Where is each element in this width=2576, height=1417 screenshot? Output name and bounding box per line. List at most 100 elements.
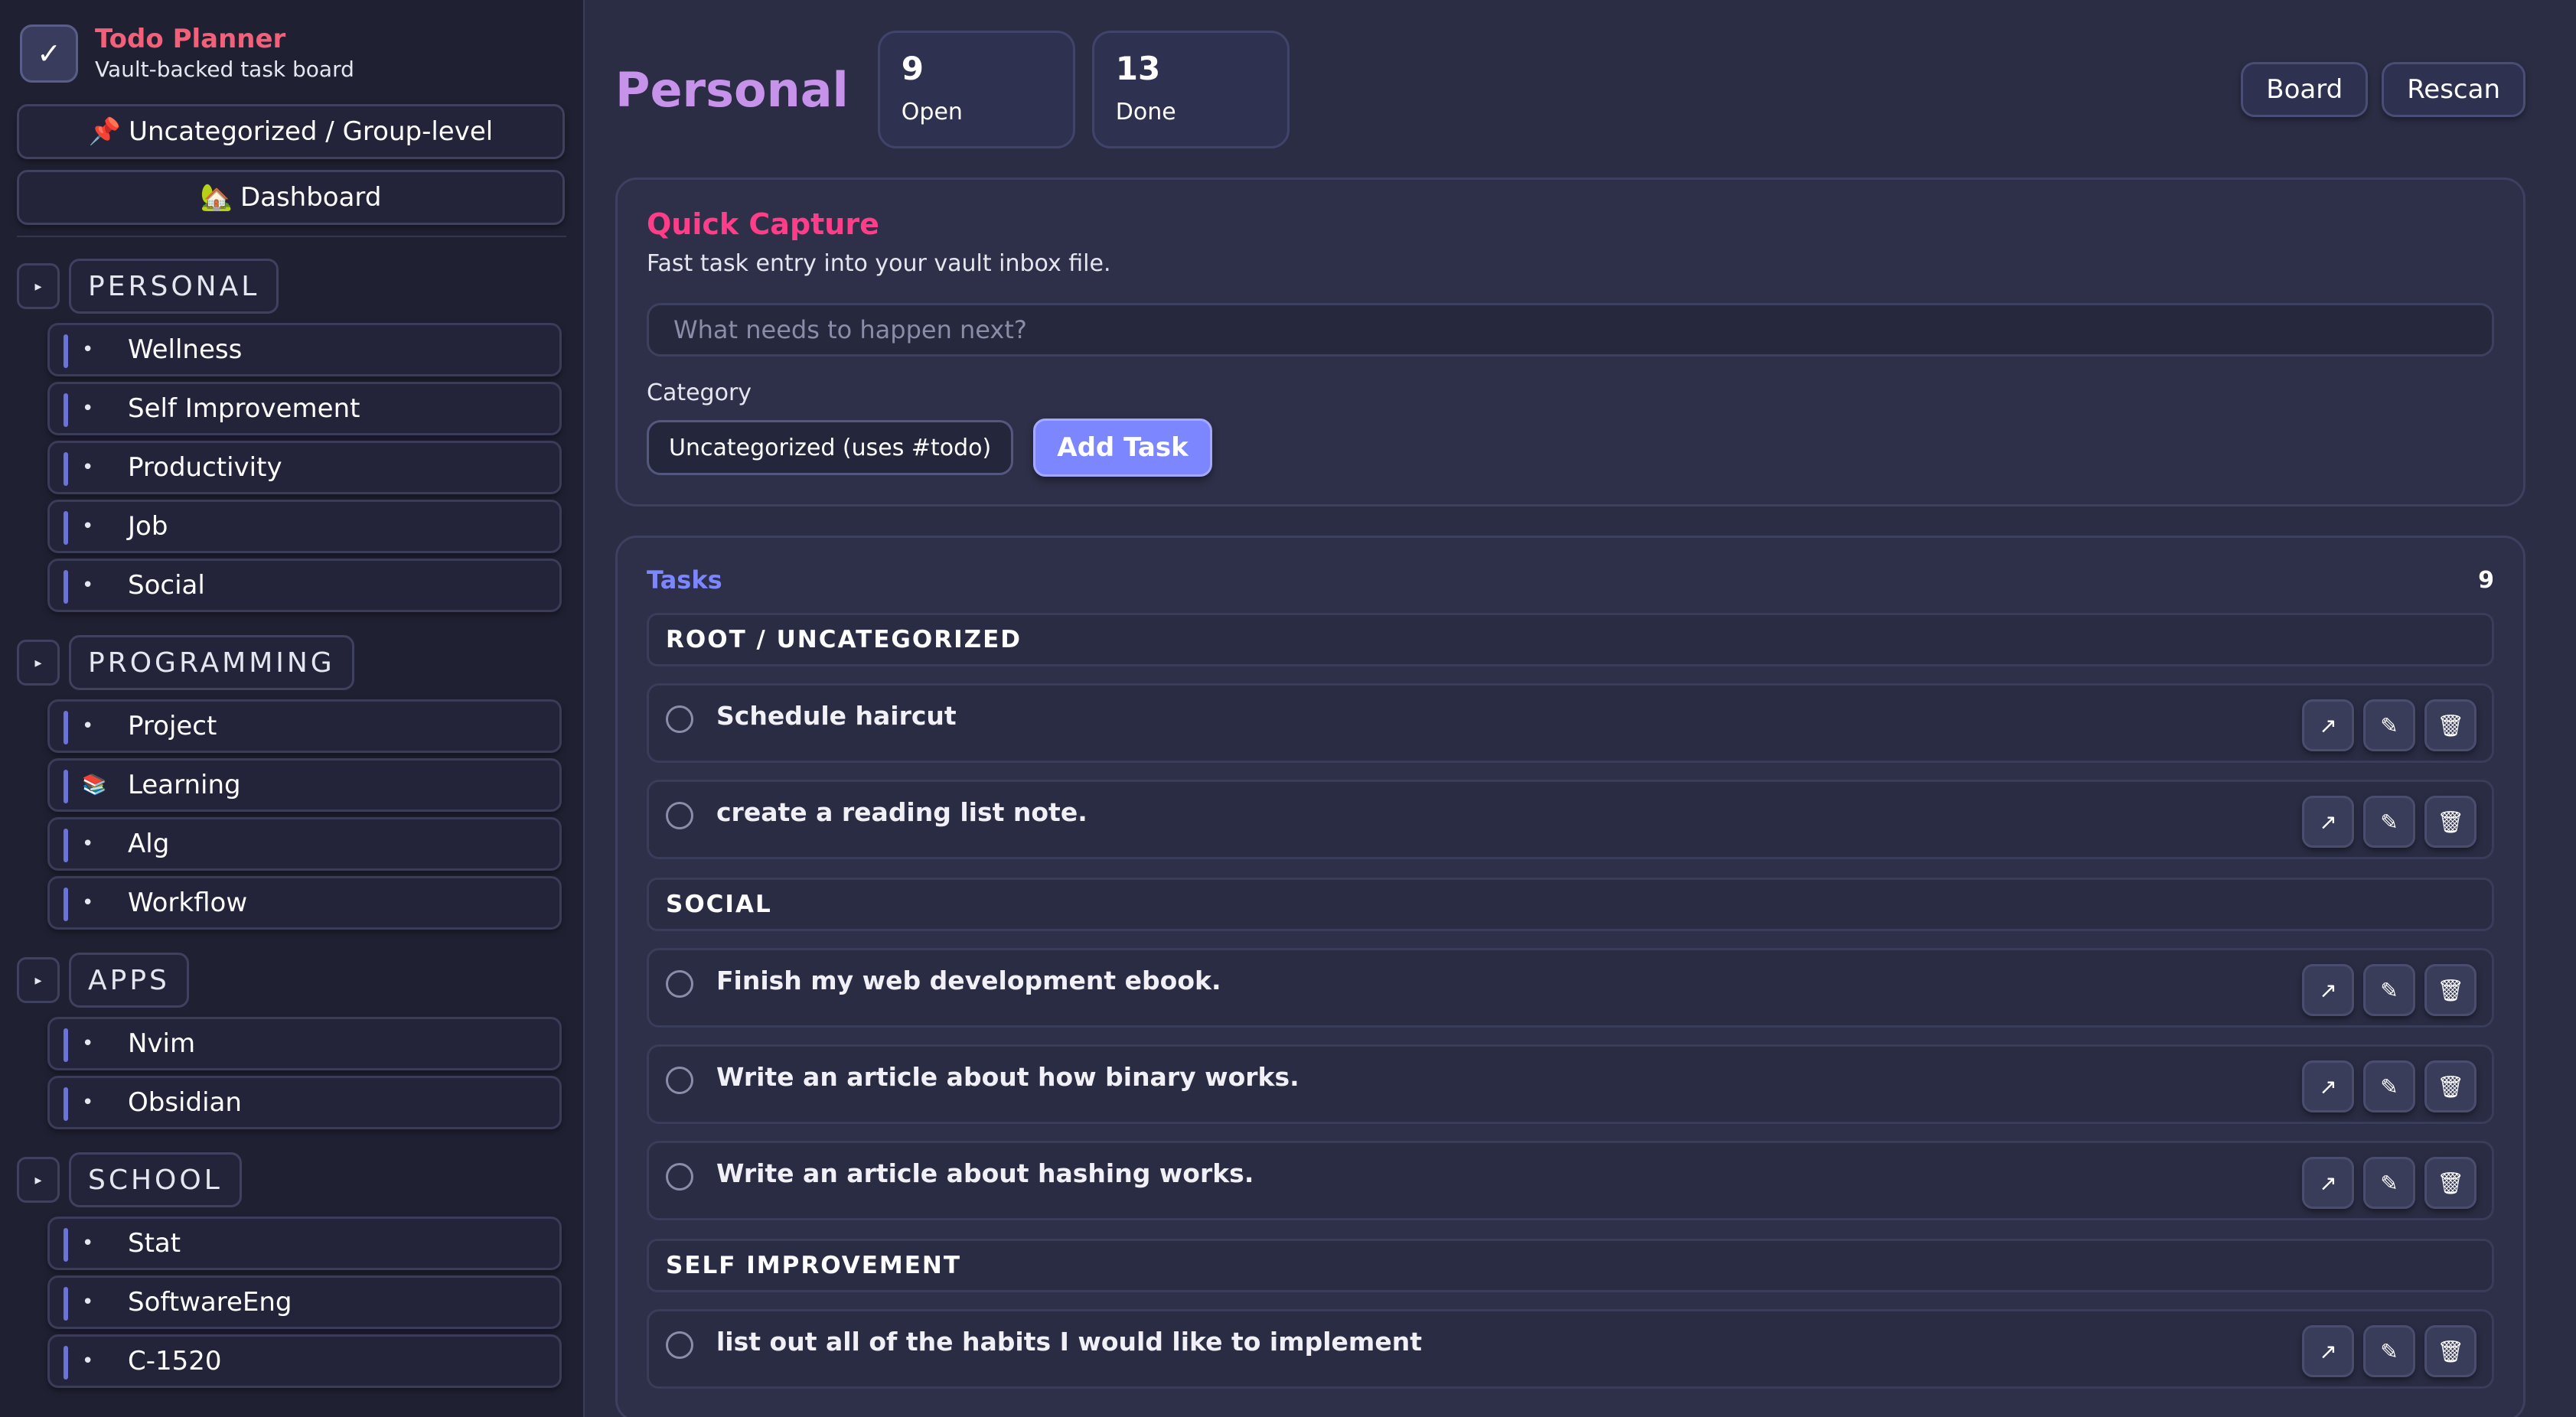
sidebar-item-obsidian[interactable]: • Obsidian [47,1076,562,1129]
edit-pencil-icon[interactable]: ✎ [2363,796,2415,848]
section-header-social: SOCIAL [647,878,2494,931]
open-arrow-icon[interactable]: ↗ [2302,1325,2354,1377]
done-label: Done [1115,99,1176,125]
group-header: ▸ PERSONAL [17,259,566,314]
sidebar-item-label: Wellness [128,334,243,365]
sidebar-item-stat[interactable]: • Stat [47,1217,562,1270]
sidebar-item-wellness[interactable]: • Wellness [47,323,562,376]
open-arrow-icon[interactable]: ↗ [2302,1157,2354,1209]
task-checkbox[interactable] [666,1163,693,1191]
edit-pencil-icon[interactable]: ✎ [2363,1060,2415,1112]
page-header: Personal 9 Open 13 Done Board Rescan [615,31,2525,148]
sidebar-item-job[interactable]: • Job [47,500,562,553]
sidebar-item-label: Self Improvement [128,393,360,424]
bullet-icon: • [82,574,94,597]
bullet-icon: • [82,515,94,538]
group-label-school[interactable]: SCHOOL [69,1152,242,1207]
open-count: 9 [901,50,924,87]
tasks-header: Tasks 9 [647,565,2494,594]
expand-toggle-icon[interactable]: ▸ [17,1157,60,1203]
delete-trash-icon[interactable]: 🗑 [2424,796,2477,848]
edit-pencil-icon[interactable]: ✎ [2363,1325,2415,1377]
group-header: ▸ PROGRAMMING [17,635,566,690]
expand-toggle-icon[interactable]: ▸ [17,957,60,1003]
task-text: list out all of the habits I would like … [716,1327,1422,1357]
group-header: ▸ APPS [17,953,566,1008]
sidebar-item-self-improvement[interactable]: • Self Improvement [47,382,562,435]
delete-trash-icon[interactable]: 🗑 [2424,1325,2477,1377]
pin-icon: 📌 [88,116,122,147]
section-header-root: ROOT / UNCATEGORIZED [647,613,2494,666]
delete-trash-icon[interactable]: 🗑 [2424,1157,2477,1209]
task-checkbox[interactable] [666,802,693,829]
task-checkbox[interactable] [666,1331,693,1359]
done-stat-card: 13 Done [1091,31,1290,148]
sidebar-item-learning[interactable]: 📚 Learning [47,758,562,812]
tasks-title: Tasks [647,565,722,594]
expand-toggle-icon[interactable]: ▸ [17,640,60,686]
sidebar-item-project[interactable]: • Project [47,699,562,753]
delete-trash-icon[interactable]: 🗑 [2424,1060,2477,1112]
bullet-icon: • [82,1091,94,1114]
uncategorized-button[interactable]: 📌 Uncategorized / Group-level [17,104,565,159]
sidebar-item-alg[interactable]: • Alg [47,817,562,871]
bullet-icon: • [82,1232,94,1255]
open-arrow-icon[interactable]: ↗ [2302,1060,2354,1112]
bullet-icon: • [82,1350,94,1373]
edit-pencil-icon[interactable]: ✎ [2363,699,2415,751]
task-row: list out all of the habits I would like … [647,1309,2494,1389]
brand-text: Todo Planner Vault-backed task board [95,23,354,84]
brand-subtitle: Vault-backed task board [95,57,354,82]
group-label-programming[interactable]: PROGRAMMING [69,635,354,690]
sidebar-item-softwareeng[interactable]: • SoftwareEng [47,1275,562,1329]
uncategorized-label: Uncategorized / Group-level [129,116,494,147]
task-checkbox[interactable] [666,705,693,733]
group-label-apps[interactable]: APPS [69,953,189,1008]
sidebar-item-label: Nvim [128,1028,196,1059]
sidebar-item-c1520[interactable]: • C-1520 [47,1334,562,1388]
delete-trash-icon[interactable]: 🗑 [2424,964,2477,1016]
expand-toggle-icon[interactable]: ▸ [17,263,60,309]
task-checkbox[interactable] [666,970,693,998]
open-arrow-icon[interactable]: ↗ [2302,964,2354,1016]
task-row: Write an article about how binary works.… [647,1044,2494,1124]
category-select[interactable]: Uncategorized (uses #todo) [647,420,1014,475]
task-actions: ↗ ✎ 🗑 [2302,1157,2477,1209]
task-text: Write an article about how binary works. [716,1062,1299,1092]
group-programming: ▸ PROGRAMMING • Project 📚 Learning • Alg • W… [17,635,566,930]
bullet-icon: • [82,397,94,420]
open-label: Open [901,99,963,125]
check-icon: ✓ [20,24,78,83]
task-row: create a reading list note. ↗ ✎ 🗑 [647,780,2494,859]
board-button[interactable]: Board [2241,62,2369,117]
sidebar: ✓ Todo Planner Vault-backed task board 📌… [0,0,585,1417]
sidebar-item-label: Workflow [128,888,248,918]
task-actions: ↗ ✎ 🗑 [2302,796,2477,848]
task-text: Schedule haircut [716,701,957,731]
group-label-personal[interactable]: PERSONAL [69,259,279,314]
edit-pencil-icon[interactable]: ✎ [2363,1157,2415,1209]
books-icon: 📚 [82,774,107,796]
sidebar-item-productivity[interactable]: • Productivity [47,441,562,494]
rescan-button[interactable]: Rescan [2382,62,2525,117]
edit-pencil-icon[interactable]: ✎ [2363,964,2415,1016]
sidebar-item-nvim[interactable]: • Nvim [47,1017,562,1070]
capture-controls: Uncategorized (uses #todo) Add Task [647,419,2494,477]
sidebar-item-label: C-1520 [128,1346,222,1376]
delete-trash-icon[interactable]: 🗑 [2424,699,2477,751]
bullet-icon: • [82,1291,94,1314]
sidebar-item-workflow[interactable]: • Workflow [47,876,562,930]
dashboard-button[interactable]: 🏡 Dashboard [17,170,565,225]
open-arrow-icon[interactable]: ↗ [2302,699,2354,751]
task-input[interactable] [647,303,2494,357]
task-row: Schedule haircut ↗ ✎ 🗑 [647,683,2494,763]
sidebar-item-social[interactable]: • Social [47,559,562,612]
quick-capture-title: Quick Capture [647,207,879,241]
task-checkbox[interactable] [666,1067,693,1094]
house-icon: 🏡 [200,182,233,213]
open-arrow-icon[interactable]: ↗ [2302,796,2354,848]
add-task-button[interactable]: Add Task [1033,419,1212,477]
sidebar-item-label: SoftwareEng [128,1287,292,1318]
task-text: Finish my web development ebook. [716,966,1221,995]
app-root: ✓ Todo Planner Vault-backed task board 📌… [0,0,2576,1417]
